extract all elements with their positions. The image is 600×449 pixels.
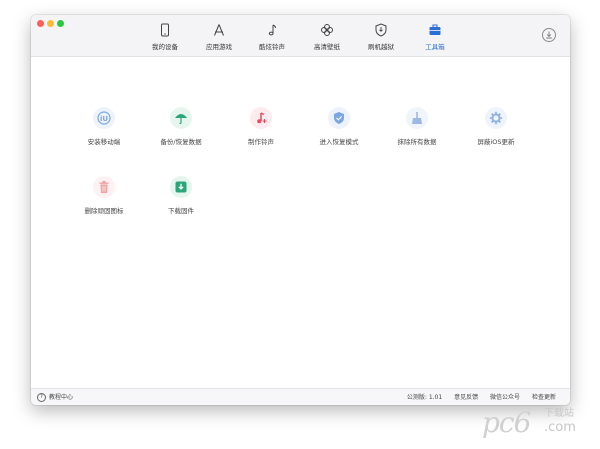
tool-make-ringtone[interactable]: 制作铃声 <box>226 107 296 146</box>
tool-label: 下载固件 <box>168 207 194 215</box>
toolbox-icon <box>429 24 441 35</box>
watermark: pc6 下载站 .com <box>482 402 592 442</box>
tab-label: 应用游戏 <box>206 43 232 51</box>
trash-icon <box>93 176 115 198</box>
phone-icon <box>161 23 169 37</box>
app-store-icon <box>214 24 224 36</box>
tool-label: 抹除所有数据 <box>397 138 437 146</box>
tool-block-ios-update[interactable]: 屏蔽iOS更新 <box>461 107 531 146</box>
tab-label: 酷炫铃声 <box>259 43 285 51</box>
tool-label: 制作铃声 <box>248 138 274 146</box>
broom-icon <box>406 107 428 129</box>
tab-my-device[interactable]: 我的设备 <box>140 23 190 55</box>
install-mobile-icon: iU <box>93 107 115 129</box>
version-label: 公测版: 1.01 <box>406 394 443 401</box>
watermark-com: .com <box>544 420 576 435</box>
tool-label: 备份/恢复数据 <box>160 138 202 146</box>
tool-erase-all-data[interactable]: 抹除所有数据 <box>382 107 452 146</box>
tab-label: 我的设备 <box>152 43 178 51</box>
tool-download-firmware[interactable]: 下载固件 <box>146 176 216 215</box>
feedback-link[interactable]: 意见反馈 <box>454 394 478 401</box>
tool-backup-restore[interactable]: 备份/恢复数据 <box>146 107 216 146</box>
tool-recovery-mode[interactable]: 进入恢复模式 <box>304 107 374 146</box>
zoom-window-button[interactable] <box>57 20 64 27</box>
check-update-link[interactable]: 检查更新 <box>532 394 556 401</box>
tab-label: 刷机越狱 <box>368 43 394 51</box>
tab-label: 高清壁纸 <box>314 43 340 51</box>
close-window-button[interactable] <box>37 20 44 27</box>
tool-label: 删除顽固图标 <box>84 207 124 215</box>
help-icon: ? <box>37 393 46 402</box>
tool-label: 屏蔽iOS更新 <box>477 138 515 146</box>
tab-flash-jailbreak[interactable]: 刷机越狱 <box>356 23 406 55</box>
gear-icon <box>485 107 507 129</box>
tab-wallpapers[interactable]: 高清壁纸 <box>302 23 352 55</box>
music-note-icon <box>268 24 276 36</box>
tool-install-mobile[interactable]: iU 安装移动端 <box>69 107 139 146</box>
shield-check-icon <box>328 107 350 129</box>
app-window: 我的设备 应用游戏 酷炫铃声 高清壁纸 刷机越狱 工具箱 iU 安装移动端 备份… <box>31 15 570 405</box>
watermark-brand: pc6 <box>482 406 531 439</box>
download-icon <box>170 176 192 198</box>
umbrella-icon <box>170 107 192 129</box>
tab-apps-games[interactable]: 应用游戏 <box>194 23 244 55</box>
watermark-cn: 下载站 <box>544 408 574 419</box>
download-icon <box>546 31 552 39</box>
music-icon <box>250 107 272 129</box>
shield-icon <box>375 23 387 37</box>
wechat-link[interactable]: 微信公众号 <box>490 394 520 401</box>
tab-toolbox[interactable]: 工具箱 <box>410 23 460 55</box>
svg-text:iU: iU <box>100 115 108 123</box>
clover-icon <box>321 24 333 36</box>
tutorial-center-link[interactable]: ? 教程中心 <box>37 392 73 402</box>
tool-label: 安装移动端 <box>87 138 121 146</box>
tab-label: 工具箱 <box>425 43 445 51</box>
toolbar: 我的设备 应用游戏 酷炫铃声 高清壁纸 刷机越狱 工具箱 <box>31 15 570 57</box>
tutorial-center-label: 教程中心 <box>49 394 74 401</box>
minimize-window-button[interactable] <box>47 20 54 27</box>
download-manager-button[interactable] <box>542 28 556 42</box>
tab-ringtones[interactable]: 酷炫铃声 <box>247 23 297 55</box>
tool-label: 进入恢复模式 <box>319 138 359 146</box>
tool-delete-stubborn-icons[interactable]: 删除顽固图标 <box>69 176 139 215</box>
